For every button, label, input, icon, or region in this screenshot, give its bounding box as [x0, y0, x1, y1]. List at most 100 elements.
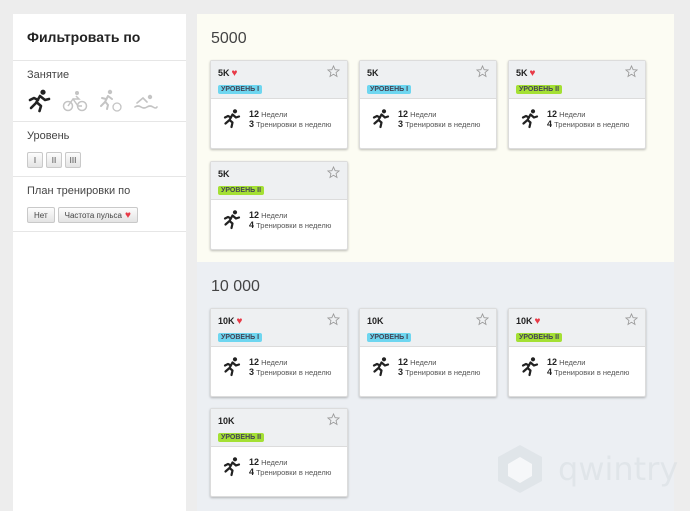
level-badge: УРОВЕНЬ II: [218, 433, 265, 442]
card-header: 5K ♥ УРОВЕНЬ II: [509, 61, 645, 99]
plan-card[interactable]: 10K УРОВЕНЬ I 12 Недели 3 Тренировки в н…: [359, 308, 497, 397]
plan-card[interactable]: 5K ♥ УРОВЕНЬ II 12 Недели 4 Тренировки в…: [508, 60, 646, 149]
sessions-label: Тренировки в неделю: [405, 119, 481, 129]
running-icon: [372, 109, 390, 129]
sessions-count: 4: [547, 118, 553, 129]
card-body: 12 Недели 3 Тренировки в неделю: [360, 347, 496, 396]
sessions-label: Тренировки в неделю: [256, 367, 332, 377]
activity-filter: Занятие: [13, 61, 186, 122]
weeks-label: Недели: [410, 110, 437, 119]
watermark-text: qwintry: [558, 450, 679, 488]
sessions-label: Тренировки в неделю: [405, 367, 481, 377]
card-title: 10K: [367, 316, 384, 326]
weeks-label: Недели: [559, 110, 586, 119]
plan-label: План тренировки по: [27, 185, 131, 197]
card-header: 5K ♥ УРОВЕНЬ I: [211, 61, 347, 99]
card-title: 5K: [367, 68, 379, 78]
star-icon[interactable]: [475, 312, 490, 326]
sessions-label: Тренировки в неделю: [554, 119, 630, 129]
card-stats: 12 Недели 4 Тренировки в неделю: [547, 358, 629, 377]
cycling-icon[interactable]: [62, 89, 88, 113]
running-icon: [223, 210, 241, 230]
heart-icon: ♥: [236, 315, 243, 327]
level-badge: УРОВЕНЬ I: [367, 333, 412, 342]
card-body: 12 Недели 3 Тренировки в неделю: [211, 347, 347, 396]
plan-card[interactable]: 5K ♥ УРОВЕНЬ I 12 Недели 3 Тренировки в …: [210, 60, 348, 149]
filter-title: Фильтровать по: [13, 14, 186, 61]
weeks-count: 12: [249, 457, 260, 467]
card-stats: 12 Недели 4 Тренировки в неделю: [547, 110, 629, 129]
qwintry-logo-icon: [498, 445, 542, 493]
plan-card[interactable]: 10K УРОВЕНЬ II 12 Недели 4 Тренировки в …: [210, 408, 348, 497]
card-stats: 12 Недели 3 Тренировки в неделю: [249, 110, 331, 129]
sessions-count: 4: [249, 219, 255, 230]
card-header: 5K УРОВЕНЬ I: [360, 61, 496, 99]
card-title: 10K: [218, 416, 235, 426]
plan-filter: План тренировки по Нет Частота пульса ♥: [13, 177, 186, 232]
plan-heart-rate-button[interactable]: Частота пульса ♥: [57, 207, 138, 223]
sessions-count: 4: [249, 466, 255, 477]
star-icon[interactable]: [326, 64, 341, 78]
sessions-label: Тренировки в неделю: [256, 119, 332, 129]
star-icon[interactable]: [326, 412, 341, 426]
watermark-logo: qwintry: [492, 441, 678, 497]
level-iii-button[interactable]: III: [65, 152, 81, 168]
level-label: Уровень: [27, 130, 70, 142]
star-icon[interactable]: [326, 165, 341, 179]
weeks-label: Недели: [261, 358, 288, 367]
card-body: 12 Недели 4 Тренировки в неделю: [211, 447, 347, 496]
level-badge: УРОВЕНЬ II: [516, 333, 563, 342]
card-header: 10K ♥ УРОВЕНЬ I: [211, 309, 347, 347]
running-icon: [223, 457, 241, 477]
card-title: 5K: [218, 169, 230, 179]
level-badge: УРОВЕНЬ II: [516, 85, 563, 94]
running-icon: [223, 109, 241, 129]
level-badge: УРОВЕНЬ I: [367, 85, 412, 94]
card-title: 10K: [516, 316, 533, 326]
weeks-count: 12: [547, 357, 558, 367]
level-ii-button[interactable]: II: [46, 152, 62, 168]
star-icon[interactable]: [624, 64, 639, 78]
weeks-count: 12: [398, 357, 409, 367]
card-header: 10K ♥ УРОВЕНЬ II: [509, 309, 645, 347]
plan-none-button[interactable]: Нет: [27, 207, 55, 223]
running-icon: [521, 357, 539, 377]
plan-card[interactable]: 5K УРОВЕНЬ I 12 Недели 3 Тренировки в не…: [359, 60, 497, 149]
running-icon: [372, 357, 390, 377]
heart-icon: ♥: [124, 209, 131, 221]
weeks-label: Недели: [410, 358, 437, 367]
level-badge: УРОВЕНЬ I: [218, 85, 263, 94]
level-i-button[interactable]: I: [27, 152, 43, 168]
sessions-label: Тренировки в неделю: [554, 367, 630, 377]
star-icon[interactable]: [475, 64, 490, 78]
sessions-count: 4: [547, 366, 553, 377]
star-icon[interactable]: [624, 312, 639, 326]
card-title: 5K: [516, 68, 528, 78]
level-filter: Уровень I II III: [13, 122, 186, 177]
card-stats: 12 Недели 4 Тренировки в неделю: [249, 211, 331, 230]
running-icon: [223, 357, 241, 377]
plan-card[interactable]: 5K УРОВЕНЬ II 12 Недели 4 Тренировки в н…: [210, 161, 348, 250]
swimming-icon[interactable]: [132, 89, 158, 113]
card-body: 12 Недели 3 Тренировки в неделю: [211, 99, 347, 148]
star-icon[interactable]: [326, 312, 341, 326]
card-title: 5K: [218, 68, 230, 78]
card-stats: 12 Недели 3 Тренировки в неделю: [398, 358, 480, 377]
triathlon-icon[interactable]: [97, 89, 123, 113]
level-badge: УРОВЕНЬ I: [218, 333, 263, 342]
sessions-label: Тренировки в неделю: [256, 467, 332, 477]
card-header: 5K УРОВЕНЬ II: [211, 162, 347, 200]
plan-card[interactable]: 10K ♥ УРОВЕНЬ II 12 Недели 4 Тренировки …: [508, 308, 646, 397]
running-icon[interactable]: [27, 89, 53, 113]
sessions-label: Тренировки в неделю: [256, 220, 332, 230]
card-header: 10K УРОВЕНЬ I: [360, 309, 496, 347]
card-title: 10K: [218, 316, 235, 326]
plan-card[interactable]: 10K ♥ УРОВЕНЬ I 12 Недели 3 Тренировки в…: [210, 308, 348, 397]
weeks-label: Недели: [261, 458, 288, 467]
weeks-count: 12: [398, 109, 409, 119]
card-stats: 12 Недели 3 Тренировки в неделю: [249, 358, 331, 377]
level-badge: УРОВЕНЬ II: [218, 186, 265, 195]
sessions-count: 3: [398, 366, 404, 377]
filter-sidebar: Фильтровать по Занятие Уровень I II III …: [13, 14, 186, 511]
weeks-count: 12: [547, 109, 558, 119]
